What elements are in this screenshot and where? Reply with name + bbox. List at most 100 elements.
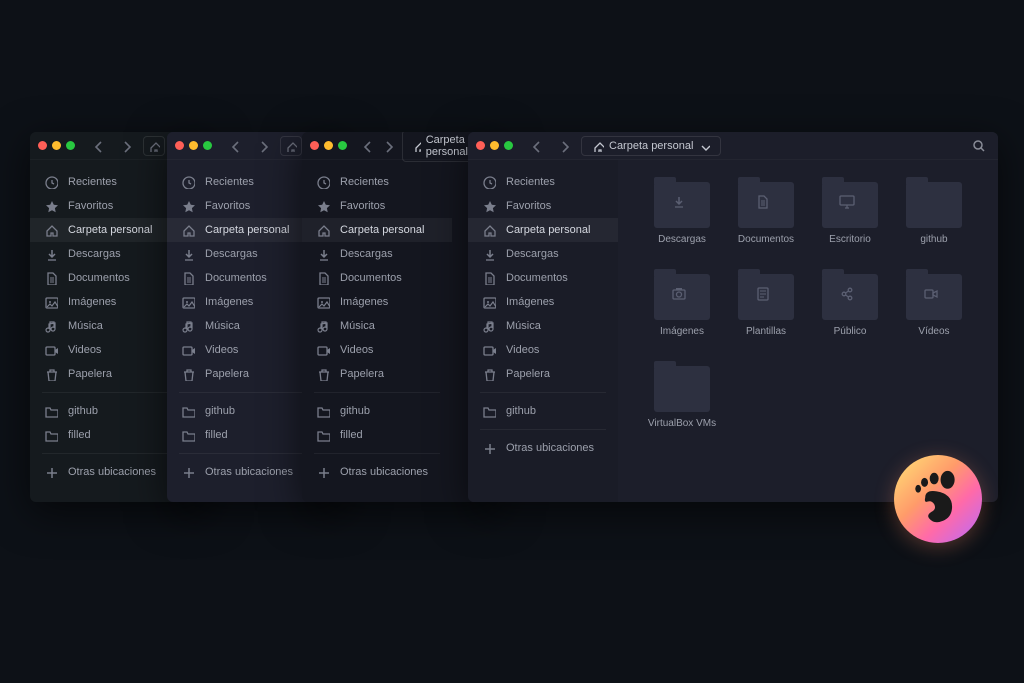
- sidebar-item-label: Favoritos: [68, 200, 113, 212]
- sidebar-item-video[interactable]: Videos: [30, 338, 180, 362]
- sidebar-bookmark[interactable]: github: [468, 399, 618, 423]
- sidebar-item-video[interactable]: Videos: [302, 338, 452, 362]
- close-icon[interactable]: [38, 141, 47, 150]
- sidebar-item-clock[interactable]: Recientes: [30, 170, 180, 194]
- separator: [179, 453, 305, 454]
- sidebar-item-image[interactable]: Imágenes: [468, 290, 618, 314]
- sidebar-other-locations[interactable]: Otras ubicaciones: [302, 460, 452, 484]
- sidebar-item-label: Papelera: [506, 368, 550, 380]
- sidebar-item-doc[interactable]: Documentos: [302, 266, 452, 290]
- sidebar-item-star[interactable]: Favoritos: [302, 194, 452, 218]
- sidebar-item-music[interactable]: Música: [302, 314, 452, 338]
- sidebar-item-label: Videos: [68, 344, 101, 356]
- music-icon: [482, 319, 496, 333]
- sidebar-item-music[interactable]: Música: [30, 314, 180, 338]
- music-icon: [181, 319, 195, 333]
- sidebar-item-down[interactable]: Descargas: [167, 242, 317, 266]
- sidebar-other-locations[interactable]: Otras ubicaciones: [468, 436, 618, 460]
- sidebar-item-star[interactable]: Favoritos: [30, 194, 180, 218]
- close-icon[interactable]: [310, 141, 319, 150]
- maximize-icon[interactable]: [66, 141, 75, 150]
- back-button[interactable]: [525, 136, 547, 156]
- folder-item[interactable]: Imágenes: [642, 274, 722, 360]
- sidebar-item-clock[interactable]: Recientes: [167, 170, 317, 194]
- sidebar-item-trash[interactable]: Papelera: [302, 362, 452, 386]
- sidebar-bookmark[interactable]: filled: [167, 423, 317, 447]
- sidebar-item-clock[interactable]: Recientes: [302, 170, 452, 194]
- folder-icon: [482, 404, 496, 418]
- back-button[interactable]: [359, 136, 374, 156]
- sidebar-item-star[interactable]: Favoritos: [468, 194, 618, 218]
- folder-item[interactable]: Escritorio: [810, 182, 890, 268]
- sidebar-item-home[interactable]: Carpeta personal: [167, 218, 317, 242]
- home-path-icon[interactable]: [143, 136, 165, 156]
- sidebar-item-music[interactable]: Música: [468, 314, 618, 338]
- sidebar-item-label: Carpeta personal: [68, 224, 152, 236]
- sidebar-bookmark[interactable]: github: [302, 399, 452, 423]
- sidebar-item-down[interactable]: Descargas: [30, 242, 180, 266]
- path-button[interactable]: Carpeta personal: [581, 136, 721, 156]
- sidebar-item-image[interactable]: Imágenes: [30, 290, 180, 314]
- sidebar-item-video[interactable]: Videos: [167, 338, 317, 362]
- search-button[interactable]: [967, 134, 990, 157]
- folder-item[interactable]: github: [894, 182, 974, 268]
- folder-label: Plantillas: [746, 326, 786, 337]
- maximize-icon[interactable]: [504, 141, 513, 150]
- window-controls: [38, 141, 75, 150]
- sidebar-item-home[interactable]: Carpeta personal: [302, 218, 452, 242]
- sidebar-item-down[interactable]: Descargas: [468, 242, 618, 266]
- sidebar-other-locations[interactable]: Otras ubicaciones: [30, 460, 180, 484]
- sidebar-item-image[interactable]: Imágenes: [302, 290, 452, 314]
- sidebar-bookmark[interactable]: github: [30, 399, 180, 423]
- folder-item[interactable]: Documentos: [726, 182, 806, 268]
- folder-label: Escritorio: [829, 234, 871, 245]
- sidebar-item-label: Recientes: [68, 176, 117, 188]
- separator: [314, 392, 440, 393]
- folder-item[interactable]: Plantillas: [726, 274, 806, 360]
- sidebar-bookmark[interactable]: filled: [302, 423, 452, 447]
- minimize-icon[interactable]: [189, 141, 198, 150]
- forward-button[interactable]: [553, 136, 575, 156]
- sidebar-item-image[interactable]: Imágenes: [167, 290, 317, 314]
- doc-icon: [181, 271, 195, 285]
- sidebar-bookmark[interactable]: filled: [30, 423, 180, 447]
- titlebar[interactable]: Carpeta personal: [468, 132, 998, 160]
- sidebar-item-trash[interactable]: Papelera: [468, 362, 618, 386]
- close-icon[interactable]: [175, 141, 184, 150]
- sidebar-item-trash[interactable]: Papelera: [30, 362, 180, 386]
- folder-icon: [738, 182, 794, 228]
- sidebar-item-music[interactable]: Música: [167, 314, 317, 338]
- sidebar-item-doc[interactable]: Documentos: [30, 266, 180, 290]
- sidebar-item-down[interactable]: Descargas: [302, 242, 452, 266]
- minimize-icon[interactable]: [490, 141, 499, 150]
- forward-button[interactable]: [380, 136, 395, 156]
- forward-button[interactable]: [252, 136, 274, 156]
- folder-item[interactable]: Descargas: [642, 182, 722, 268]
- plus-icon: [316, 465, 330, 479]
- sidebar-item-star[interactable]: Favoritos: [167, 194, 317, 218]
- folder-item[interactable]: Vídeos: [894, 274, 974, 360]
- sidebar-item-home[interactable]: Carpeta personal: [30, 218, 180, 242]
- maximize-icon[interactable]: [203, 141, 212, 150]
- maximize-icon[interactable]: [338, 141, 347, 150]
- folder-item[interactable]: Público: [810, 274, 890, 360]
- sidebar-item-trash[interactable]: Papelera: [167, 362, 317, 386]
- folder-icon: [654, 182, 710, 228]
- folder-item[interactable]: VirtualBox VMs: [642, 366, 722, 452]
- sidebar-item-video[interactable]: Videos: [468, 338, 618, 362]
- separator: [42, 392, 168, 393]
- sidebar-item-clock[interactable]: Recientes: [468, 170, 618, 194]
- sidebar-item-home[interactable]: Carpeta personal: [468, 218, 618, 242]
- back-button[interactable]: [224, 136, 246, 156]
- minimize-icon[interactable]: [52, 141, 61, 150]
- sidebar-bookmark[interactable]: github: [167, 399, 317, 423]
- minimize-icon[interactable]: [324, 141, 333, 150]
- sidebar-item-doc[interactable]: Documentos: [468, 266, 618, 290]
- window-controls: [476, 141, 513, 150]
- sidebar-item-doc[interactable]: Documentos: [167, 266, 317, 290]
- sidebar-other-locations[interactable]: Otras ubicaciones: [167, 460, 317, 484]
- forward-button[interactable]: [115, 136, 137, 156]
- close-icon[interactable]: [476, 141, 485, 150]
- back-button[interactable]: [87, 136, 109, 156]
- home-path-icon[interactable]: [280, 136, 302, 156]
